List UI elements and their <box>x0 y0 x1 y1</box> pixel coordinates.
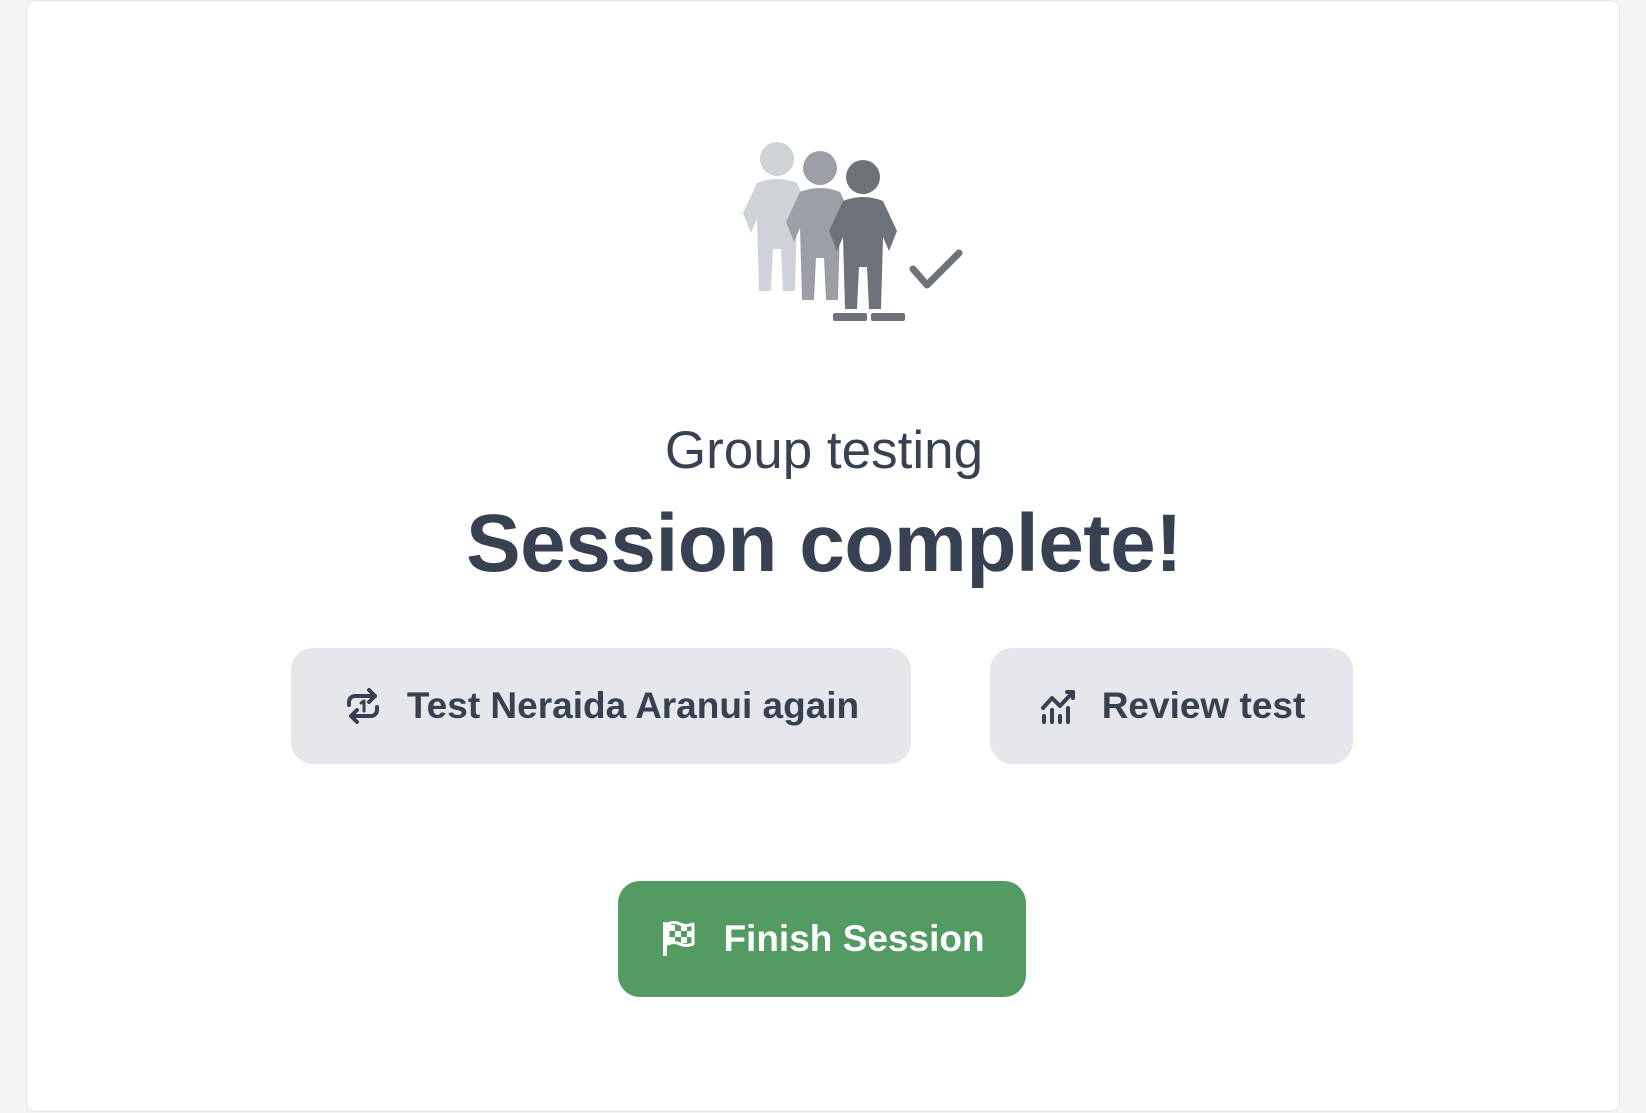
finish-session-button[interactable]: Finish Session <box>618 881 1026 997</box>
repeat-icon <box>343 686 383 726</box>
check-icon <box>909 249 963 289</box>
review-test-button[interactable]: Review test <box>990 648 1353 764</box>
session-complete-card: Group testing Session complete! Test Ner… <box>26 0 1620 1112</box>
person-front-icon <box>829 160 905 321</box>
group-testing-illustration <box>743 142 963 321</box>
chart-line-icon <box>1038 686 1078 726</box>
review-test-label: Review test <box>1101 685 1306 726</box>
checkered-flag-icon <box>659 919 699 959</box>
test-again-button[interactable]: Test Neraida Aranui again <box>291 648 911 764</box>
page-subtitle: Group testing <box>664 421 984 480</box>
page-title: Session complete! <box>465 498 1183 589</box>
test-again-label: Test Neraida Aranui again <box>406 685 860 726</box>
finish-session-label: Finish Session <box>723 918 985 959</box>
